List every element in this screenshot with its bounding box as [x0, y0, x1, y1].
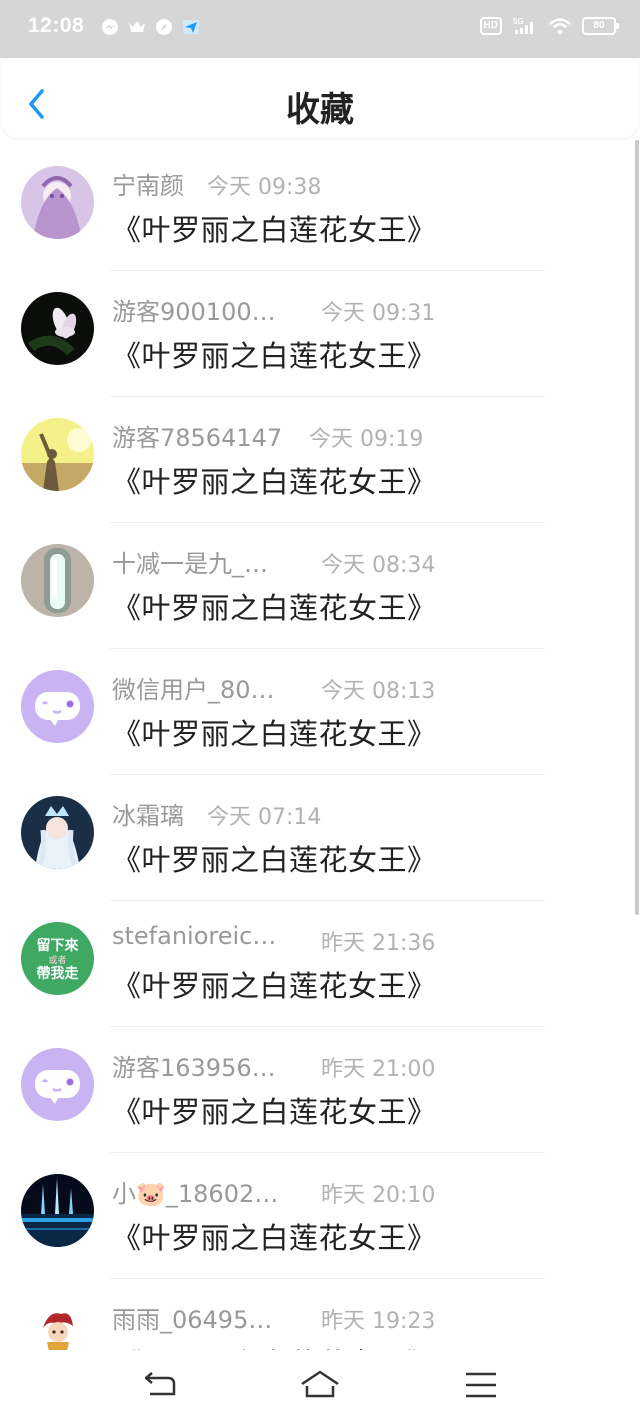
user-name: 宁南颜 — [112, 172, 184, 200]
avatar-text-line: 帶我走 — [37, 966, 80, 982]
list-item[interactable]: 小🐷_18602… 昨天 20:10 《叶罗丽之白莲花女王》 — [0, 1153, 640, 1279]
user-name: 游客78564147 — [112, 424, 283, 452]
avatar[interactable]: 留下來 或者 帶我走 — [21, 922, 94, 995]
list-item[interactable]: 宁南颜 今天 09:38 《叶罗丽之白莲花女王》 — [0, 145, 640, 271]
list-item[interactable]: 微信用户_80… 今天 08:13 《叶罗丽之白莲花女王》 — [0, 649, 640, 775]
default-avatar[interactable] — [21, 670, 94, 743]
timestamp: 今天 09:31 — [321, 301, 436, 326]
list-item[interactable]: 游客900100… 今天 09:31 《叶罗丽之白莲花女王》 — [0, 271, 640, 397]
crown-icon — [129, 21, 145, 32]
user-name: 冰霜璃 — [112, 802, 184, 830]
book-title[interactable]: 《叶罗丽之白莲花女王》 — [112, 585, 437, 627]
timestamp: 昨天 21:00 — [321, 1057, 436, 1082]
back-icon — [144, 1372, 176, 1396]
user-name: 游客900100… — [112, 298, 276, 326]
book-title[interactable]: 《叶罗丽之白莲花女王》 — [112, 1341, 437, 1350]
home-icon — [301, 1370, 339, 1398]
list-item[interactable]: 游客78564147 今天 09:19 《叶罗丽之白莲花女王》 — [0, 397, 640, 523]
list-item[interactable]: 冰霜璃 今天 07:14 《叶罗丽之白莲花女王》 — [0, 775, 640, 901]
notification-icons — [100, 17, 201, 37]
book-title[interactable]: 《叶罗丽之白莲花女王》 — [112, 207, 437, 249]
list-item[interactable]: 雨雨_06495… 昨天 19:23 《叶罗丽之白莲花女王》 — [0, 1279, 640, 1350]
avatar-text-line: 留下來 — [37, 937, 79, 954]
book-title[interactable]: 《叶罗丽之白莲花女王》 — [112, 963, 437, 1005]
nav-back-button[interactable] — [140, 1368, 180, 1402]
scrollbar[interactable] — [635, 140, 639, 915]
status-time: 12:08 — [28, 14, 85, 37]
user-name: 雨雨_06495… — [112, 1306, 273, 1334]
book-title[interactable]: 《叶罗丽之白莲花女王》 — [112, 1215, 437, 1257]
favorites-list[interactable]: 宁南颜 今天 09:38 《叶罗丽之白莲花女王》 游客900100… 今天 09… — [0, 145, 640, 1350]
avatar-text-line: 或者 — [48, 954, 66, 966]
nav-menu-button[interactable] — [461, 1368, 501, 1402]
user-name: 游客163956… — [112, 1054, 276, 1082]
book-title[interactable]: 《叶罗丽之白莲花女王》 — [112, 711, 437, 753]
timestamp: 昨天 20:10 — [321, 1183, 436, 1208]
user-name: 小🐷_18602… — [112, 1180, 279, 1208]
hd-badge: HD — [479, 17, 502, 35]
default-avatar[interactable] — [21, 1048, 94, 1121]
page-title: 收藏 — [286, 90, 354, 130]
system-icons: HD 5G 80 — [479, 16, 619, 36]
nav-home-button[interactable] — [300, 1368, 340, 1402]
book-title[interactable]: 《叶罗丽之白莲花女王》 — [112, 333, 437, 375]
signal-label: 5G — [513, 17, 524, 26]
messenger-icon — [102, 19, 118, 35]
book-title[interactable]: 《叶罗丽之白莲花女王》 — [112, 837, 437, 879]
menu-icon — [466, 1372, 496, 1398]
avatar[interactable] — [21, 166, 94, 239]
avatar[interactable] — [21, 292, 94, 365]
user-name: 微信用户_80… — [112, 676, 275, 704]
avatar[interactable] — [21, 1300, 94, 1350]
avatar[interactable] — [21, 418, 94, 491]
avatar[interactable] — [21, 796, 94, 869]
send-icon — [183, 20, 199, 34]
status-bar: 12:08 HD 5G 80 — [0, 0, 640, 58]
list-item[interactable]: 留下來 或者 帶我走 stefanioreic… 昨天 21:36 《叶罗丽之白… — [0, 901, 640, 1027]
avatar[interactable] — [21, 1174, 94, 1247]
timestamp: 今天 08:34 — [321, 553, 436, 578]
timestamp: 昨天 19:23 — [321, 1309, 436, 1334]
system-nav-bar — [0, 1350, 640, 1425]
wifi-icon — [549, 18, 571, 35]
signal-icon: 5G — [513, 17, 533, 34]
battery-icon: 80 — [582, 17, 619, 35]
timestamp: 昨天 21:36 — [321, 931, 436, 956]
app-header: 收藏 — [2, 58, 638, 138]
compass-icon — [156, 19, 172, 35]
list-item[interactable]: 十减一是九_… 今天 08:34 《叶罗丽之白莲花女王》 — [0, 523, 640, 649]
book-title[interactable]: 《叶罗丽之白莲花女王》 — [112, 459, 437, 501]
timestamp: 今天 09:19 — [309, 427, 424, 452]
timestamp: 今天 08:13 — [321, 679, 436, 704]
avatar[interactable] — [21, 544, 94, 617]
list-item[interactable]: 游客163956… 昨天 21:00 《叶罗丽之白莲花女王》 — [0, 1027, 640, 1153]
timestamp: 今天 07:14 — [207, 805, 322, 830]
user-name: stefanioreic… — [112, 922, 277, 950]
timestamp: 今天 09:38 — [207, 175, 322, 200]
user-name: 十减一是九_… — [112, 550, 268, 578]
book-title[interactable]: 《叶罗丽之白莲花女王》 — [112, 1089, 437, 1131]
